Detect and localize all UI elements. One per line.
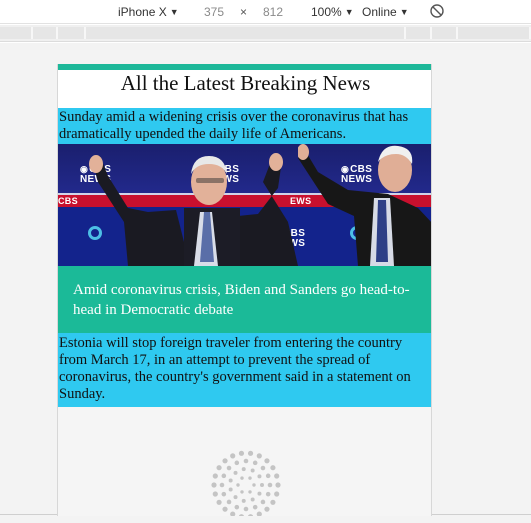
ruler-segment[interactable] xyxy=(458,27,531,39)
spinner-dot xyxy=(270,465,276,471)
spinner-dot xyxy=(238,514,244,516)
ruler-segment[interactable] xyxy=(406,27,432,39)
spinner-dot xyxy=(221,473,227,479)
spinner-dot xyxy=(252,460,258,466)
ruler-segment[interactable] xyxy=(0,27,33,39)
caret-down-icon: ▼ xyxy=(169,7,179,17)
spinner-dot xyxy=(233,495,238,500)
ruler-segment[interactable] xyxy=(86,27,406,39)
spinner-dot xyxy=(233,470,238,475)
image-caption[interactable]: Amid coronavirus crisis, Biden and Sande… xyxy=(58,266,431,333)
spinner-dot xyxy=(230,453,236,459)
news-image[interactable]: ◉CBSNEWS ◉CBSNEWS ◉CBSNEWS CBS EWS ◉CBSN… xyxy=(58,144,431,266)
network-throttle-select[interactable]: Online ▼ xyxy=(362,5,409,19)
device-toolbar: iPhone X ▼ 375 × 812 100% ▼ Online ▼ xyxy=(0,0,531,24)
spinner-dot xyxy=(265,473,271,479)
spinner-dot xyxy=(212,473,218,479)
loading-spinner-icon xyxy=(211,450,281,516)
story-text-1: Sunday amid a widening crisis over the c… xyxy=(58,108,431,144)
spinner-dot xyxy=(230,511,236,516)
caret-down-icon: ▼ xyxy=(344,7,354,17)
caret-down-icon: ▼ xyxy=(399,7,409,17)
spinner-dot xyxy=(256,511,262,516)
spinner-dot xyxy=(256,453,262,459)
spinner-dot xyxy=(250,468,255,473)
spinner-dot xyxy=(248,490,252,494)
height-input[interactable]: 812 xyxy=(263,5,283,19)
device-select[interactable]: iPhone X ▼ xyxy=(118,5,179,19)
spinner-dot xyxy=(226,499,232,505)
page-title: All the Latest Breaking News xyxy=(58,70,431,108)
spinner-dot xyxy=(270,499,276,505)
spinner-dot xyxy=(234,460,240,466)
spinner-dot xyxy=(264,458,270,464)
zoom-select[interactable]: 100% ▼ xyxy=(311,5,354,19)
spinner-dot xyxy=(257,491,262,496)
network-label: Online xyxy=(362,5,397,19)
candidate-left-figure xyxy=(89,153,298,266)
spinner-dot xyxy=(222,458,228,464)
spinner-dot xyxy=(241,498,246,503)
width-input[interactable]: 375 xyxy=(204,5,224,19)
spinner-dot xyxy=(252,504,258,510)
spinner-dot xyxy=(264,506,270,512)
device-label: iPhone X xyxy=(118,5,167,19)
spinner-dot xyxy=(222,506,228,512)
spinner-dot xyxy=(216,499,222,505)
ruler-segment[interactable] xyxy=(432,27,458,39)
spinner-dot xyxy=(211,482,217,488)
spinner-dot xyxy=(236,483,240,487)
spinner-dot xyxy=(228,478,233,483)
spinner-dot xyxy=(257,474,262,479)
emulated-page[interactable]: All the Latest Breaking News Sunday amid… xyxy=(57,64,432,516)
spinner-dot xyxy=(248,514,254,516)
spinner-dot xyxy=(240,490,244,494)
spinner-dot xyxy=(248,476,252,480)
cbs-logo: CBS xyxy=(58,196,78,206)
ruler-segment[interactable] xyxy=(58,27,86,39)
ruler-segment[interactable] xyxy=(33,27,58,39)
spinner-dot xyxy=(238,450,245,456)
spinner-dot xyxy=(265,491,271,497)
spinner-dot xyxy=(260,465,266,471)
spinner-dot xyxy=(219,482,225,488)
spinner-dot xyxy=(216,465,222,471)
spinner-dot xyxy=(267,482,273,488)
spinner-dot xyxy=(241,467,246,472)
zoom-label: 100% xyxy=(311,5,342,19)
spinner-dot xyxy=(228,487,233,492)
spinner-dot xyxy=(247,450,254,456)
spinner-dot xyxy=(243,458,249,464)
spinner-dot xyxy=(275,482,281,488)
spinner-dot xyxy=(260,499,266,505)
rotate-icon[interactable] xyxy=(429,3,445,22)
spinner-dot xyxy=(274,473,280,479)
candidate-right-figure xyxy=(298,144,431,266)
spinner-dot xyxy=(274,491,280,497)
spinner-dot xyxy=(260,483,264,487)
spinner-dot xyxy=(226,465,232,471)
spinner-dot xyxy=(221,491,227,497)
dimension-separator: × xyxy=(240,5,248,19)
media-query-ruler[interactable] xyxy=(0,25,531,42)
spinner-dot xyxy=(234,504,240,510)
spinner-dot xyxy=(252,483,256,487)
spinner-dot xyxy=(250,497,255,502)
story-text-2: Estonia will stop foreign traveler from … xyxy=(58,333,431,407)
spinner-dot xyxy=(240,476,244,480)
spinner-dot xyxy=(212,491,218,497)
spinner-dot xyxy=(243,506,249,512)
